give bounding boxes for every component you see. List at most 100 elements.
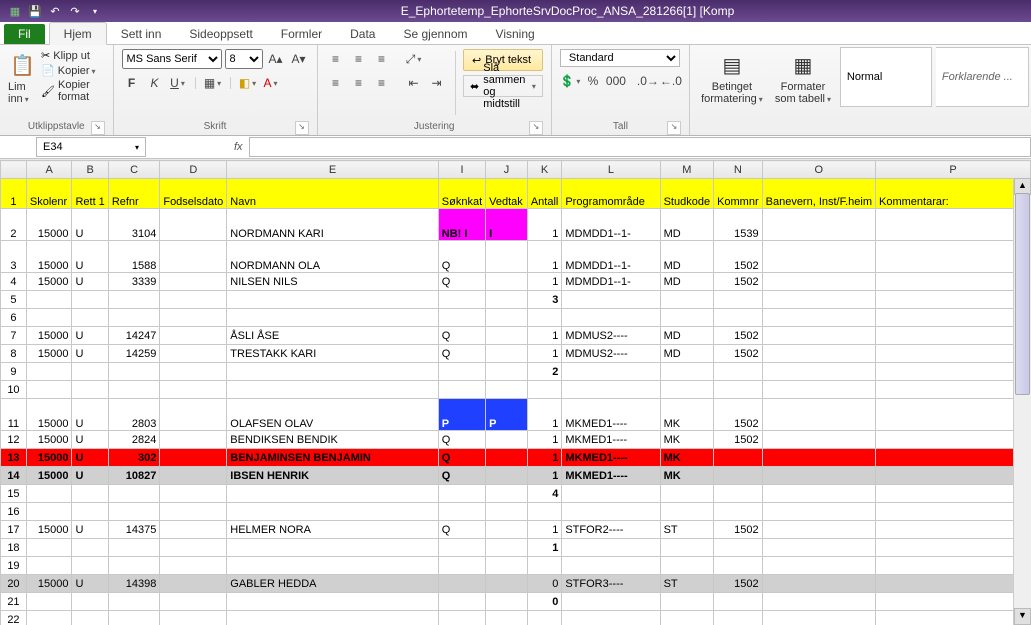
cell[interactable]	[160, 503, 227, 521]
cell[interactable]	[762, 557, 875, 575]
row-header[interactable]: 8	[1, 345, 27, 363]
col-header-D[interactable]: D	[160, 161, 227, 179]
cell[interactable]: 15000	[26, 467, 72, 485]
cell[interactable]: MK	[660, 467, 713, 485]
cell[interactable]: 15000	[26, 241, 72, 273]
cell[interactable]: MDMDD1--1-	[562, 273, 660, 291]
cell[interactable]	[876, 399, 1031, 431]
cell[interactable]	[762, 431, 875, 449]
cell[interactable]: 1502	[714, 327, 763, 345]
cell[interactable]: 1	[527, 327, 562, 345]
cell[interactable]	[486, 539, 528, 557]
cell[interactable]	[160, 449, 227, 467]
cell[interactable]	[762, 209, 875, 241]
tab-visning[interactable]: Visning	[482, 23, 549, 44]
cell[interactable]: IBSEN HENRIK	[227, 467, 439, 485]
cell[interactable]	[660, 291, 713, 309]
cell[interactable]: P	[486, 399, 528, 431]
cell-style-explanatory[interactable]: Forklarende ...	[936, 47, 1029, 107]
cell[interactable]	[486, 557, 528, 575]
cell[interactable]	[762, 345, 875, 363]
cell[interactable]	[876, 291, 1031, 309]
col-header-E[interactable]: E	[227, 161, 439, 179]
cell[interactable]	[26, 363, 72, 381]
cell[interactable]	[562, 593, 660, 611]
cell[interactable]	[108, 363, 160, 381]
cut-button[interactable]: ✂Klipp ut	[41, 49, 104, 62]
cell[interactable]	[714, 593, 763, 611]
cell[interactable]: 1	[527, 273, 562, 291]
cell[interactable]	[660, 557, 713, 575]
cell[interactable]: U	[72, 431, 108, 449]
row-header[interactable]: 22	[1, 611, 27, 625]
cell[interactable]: 1	[527, 209, 562, 241]
cell[interactable]: BENDIKSEN BENDIK	[227, 431, 439, 449]
cell[interactable]	[72, 485, 108, 503]
col-header-N[interactable]: N	[714, 161, 763, 179]
cell[interactable]	[527, 557, 562, 575]
cell[interactable]: 1	[527, 399, 562, 431]
row-header[interactable]: 18	[1, 539, 27, 557]
cell[interactable]	[438, 503, 485, 521]
cell[interactable]: 15000	[26, 575, 72, 593]
cell[interactable]	[527, 611, 562, 625]
cell[interactable]: 1502	[714, 345, 763, 363]
dialog-launcher-icon[interactable]: ↘	[667, 121, 681, 135]
row-header[interactable]: 6	[1, 309, 27, 327]
cell[interactable]	[876, 467, 1031, 485]
row-header[interactable]: 13	[1, 449, 27, 467]
cell[interactable]: MD	[660, 209, 713, 241]
cell[interactable]	[227, 309, 439, 327]
header-cell[interactable]: Programområde	[562, 179, 660, 209]
fx-icon[interactable]: fx	[234, 141, 243, 153]
col-header-B[interactable]: B	[72, 161, 108, 179]
cell[interactable]	[660, 309, 713, 327]
cell[interactable]	[227, 539, 439, 557]
cell[interactable]: 0	[527, 593, 562, 611]
cell[interactable]: U	[72, 399, 108, 431]
cell[interactable]	[72, 539, 108, 557]
cell[interactable]	[714, 611, 763, 625]
cell[interactable]	[26, 503, 72, 521]
cell[interactable]	[160, 575, 227, 593]
cell[interactable]: 1502	[714, 521, 763, 539]
cell[interactable]	[108, 503, 160, 521]
cell[interactable]: U	[72, 575, 108, 593]
cell[interactable]	[714, 557, 763, 575]
cell[interactable]	[160, 431, 227, 449]
font-name-select[interactable]: MS Sans Serif	[122, 49, 222, 69]
cell[interactable]: 14247	[108, 327, 160, 345]
cell[interactable]	[660, 539, 713, 557]
col-header-L[interactable]: L	[562, 161, 660, 179]
cell[interactable]	[762, 273, 875, 291]
align-left-button[interactable]: ≡	[326, 73, 346, 93]
cell[interactable]	[438, 575, 485, 593]
cell[interactable]: 15000	[26, 209, 72, 241]
cell[interactable]	[876, 209, 1031, 241]
tab-data[interactable]: Data	[336, 23, 389, 44]
cell[interactable]: MK	[660, 399, 713, 431]
cell[interactable]: 3339	[108, 273, 160, 291]
format-as-table-button[interactable]: ▦ Formater som tabell	[770, 47, 836, 105]
col-header-M[interactable]: M	[660, 161, 713, 179]
cell[interactable]	[108, 539, 160, 557]
cell[interactable]	[486, 381, 528, 399]
cell[interactable]	[527, 503, 562, 521]
row-header[interactable]: 16	[1, 503, 27, 521]
cell[interactable]: 1	[527, 539, 562, 557]
cell[interactable]: 10827	[108, 467, 160, 485]
cell[interactable]: ST	[660, 575, 713, 593]
cell[interactable]	[72, 611, 108, 625]
cell[interactable]	[762, 521, 875, 539]
cell[interactable]	[762, 381, 875, 399]
cell[interactable]	[160, 521, 227, 539]
cell[interactable]	[26, 557, 72, 575]
cell[interactable]	[26, 539, 72, 557]
cell[interactable]: U	[72, 345, 108, 363]
col-header-A[interactable]: A	[26, 161, 72, 179]
cell[interactable]	[160, 327, 227, 345]
col-header-K[interactable]: K	[527, 161, 562, 179]
cell[interactable]	[714, 467, 763, 485]
cell[interactable]: HELMER NORA	[227, 521, 439, 539]
cell[interactable]	[486, 241, 528, 273]
